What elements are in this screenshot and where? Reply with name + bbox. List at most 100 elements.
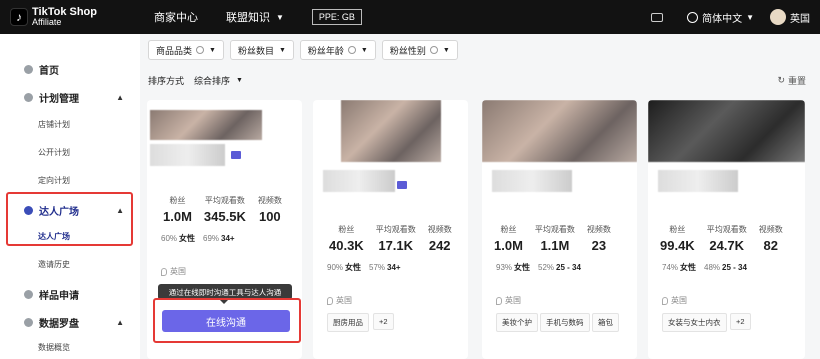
sidebar-item-label: 数据罗盘 xyxy=(39,319,79,330)
chevron-down-icon: ▼ xyxy=(442,46,450,54)
sidebar-item-label: 首页 xyxy=(39,66,59,77)
creator-location: 英国 xyxy=(161,266,186,277)
creator-name-blurred xyxy=(150,144,225,166)
stat-avg-views: 平均观看数 17.1K xyxy=(376,224,416,253)
sidebar-item-public-plan[interactable]: 公开计划 xyxy=(0,147,140,158)
sidebar-item-targeted-plan[interactable]: 定向计划 xyxy=(0,175,140,186)
gender-value: 女性 xyxy=(179,234,196,243)
refresh-icon: ↻ xyxy=(777,75,785,85)
creator-card[interactable]: 粉丝 99.4K 平均观看数 24.7K 视频数 82 74% 女性 48% 25 - 3… xyxy=(648,100,805,359)
stat-label: 粉丝 xyxy=(338,225,355,234)
language-label: 简体中文 xyxy=(702,13,743,25)
stat-value: 99.4K xyxy=(660,238,695,253)
stat-videos: 视频数 23 xyxy=(587,224,611,253)
tiktok-shop-logo[interactable]: ♪ TikTok Shop Affiliate xyxy=(10,7,130,27)
stat-label: 粉丝 xyxy=(669,225,686,234)
stat-followers: 粉丝 40.3K xyxy=(329,224,364,253)
sort-row: 排序方式 综合排序 ▼ xyxy=(148,74,243,87)
nav-merchant-label: 商家中心 xyxy=(154,12,198,24)
category-tag: 箱包 xyxy=(592,313,619,332)
chevron-down-icon: ▼ xyxy=(360,46,368,54)
stat-value: 1.0M xyxy=(163,209,192,224)
sidebar-item-shop-plan[interactable]: 店铺计划 xyxy=(0,119,140,130)
stat-label: 视频数 xyxy=(758,225,783,234)
stat-label: 视频数 xyxy=(427,225,452,234)
stat-videos: 视频数 82 xyxy=(759,224,783,253)
top-nav-bar: ♪ TikTok Shop Affiliate 商家中心 联盟知识 ▼ PPE: … xyxy=(0,0,820,34)
filter-gender[interactable]: 粉丝性别 ▼ xyxy=(381,40,458,60)
creator-name-blurred xyxy=(658,170,738,192)
creator-card[interactable]: 粉丝 40.3K 平均观看数 17.1K 视频数 242 90% 女性 57% 34+ 英… xyxy=(313,100,468,359)
stat-value: 242 xyxy=(428,238,451,253)
category-tag: 美妆个护 xyxy=(496,313,538,332)
stat-videos: 视频数 242 xyxy=(428,224,452,253)
location-pin-icon xyxy=(662,296,668,305)
stat-label: 粉丝 xyxy=(500,225,517,234)
help-icon xyxy=(196,46,205,54)
filter-age[interactable]: 粉丝年龄 ▼ xyxy=(299,40,376,60)
stat-label: 视频数 xyxy=(586,225,611,234)
stat-avg-views: 平均观看数 24.7K xyxy=(707,224,747,253)
sidebar-item-label: 邀请历史 xyxy=(38,260,70,269)
sidebar-item-home[interactable]: 首页 xyxy=(0,62,140,77)
sidebar-item-invite-history[interactable]: 邀请历史 xyxy=(0,259,140,270)
language-selector[interactable]: 简体中文 ▼ xyxy=(687,10,754,25)
chevron-down-icon: ▼ xyxy=(209,46,216,54)
location-label: 英国 xyxy=(336,296,352,305)
creator-avatar-blurred xyxy=(482,100,637,162)
filter-category[interactable]: 商品品类 ▼ xyxy=(148,40,224,60)
sidebar-item-label: 计划管理 xyxy=(39,94,79,105)
creator-card[interactable]: 粉丝 1.0M 平均观看数 1.1M 视频数 23 93% 女性 52% 25 - 34 … xyxy=(482,100,637,359)
audience-demographics: 90% 女性 57% 34+ xyxy=(327,262,409,273)
age-value: 34+ xyxy=(387,263,401,272)
sidebar-item-label: 样品申请 xyxy=(39,291,79,302)
gender-percent: 93% xyxy=(496,263,513,272)
filter-label: 商品品类 xyxy=(156,45,193,56)
account-menu[interactable]: 英国 xyxy=(770,9,810,25)
age-percent: 57% xyxy=(369,263,386,272)
filter-bar: 商品品类 ▼ 粉丝数目 ▼ 粉丝年龄 ▼ 粉丝性别 ▼ xyxy=(148,40,464,60)
sidebar-item-data-compass[interactable]: 数据罗盘 ▲ xyxy=(0,315,140,330)
message-icon[interactable] xyxy=(651,12,664,22)
stat-label: 平均观看数 xyxy=(706,225,747,234)
highlight-box-cta xyxy=(153,298,301,343)
stat-label: 粉丝 xyxy=(169,196,186,205)
nav-affiliate-knowledge[interactable]: 联盟知识 ▼ xyxy=(226,9,284,25)
creator-location: 英国 xyxy=(662,295,687,306)
sidebar-item-label: 店铺计划 xyxy=(38,120,70,129)
chevron-down-icon: ▼ xyxy=(276,12,284,22)
sidebar-item-plan-management[interactable]: 计划管理 ▲ xyxy=(0,90,140,105)
sort-selector[interactable]: 综合排序 ▼ xyxy=(194,74,243,87)
nav-merchant-center[interactable]: 商家中心 xyxy=(154,9,198,25)
filter-followers[interactable]: 粉丝数目 ▼ xyxy=(229,40,294,60)
stat-value: 17.1K xyxy=(378,238,414,253)
category-tag-more[interactable]: +2 xyxy=(730,313,751,330)
nav-knowledge-label: 联盟知识 xyxy=(226,12,270,24)
filter-label: 粉丝数目 xyxy=(237,45,274,56)
verified-badge-icon xyxy=(397,181,407,189)
creator-location: 英国 xyxy=(327,295,352,306)
category-tag: 女装与女士内衣 xyxy=(662,313,727,332)
age-percent: 69% xyxy=(203,234,220,243)
location-label: 英国 xyxy=(505,296,521,305)
stat-avg-views: 平均观看数 1.1M xyxy=(535,224,575,253)
sidebar-item-label: 公开计划 xyxy=(38,148,70,157)
age-percent: 48% xyxy=(704,263,721,272)
gender-percent: 74% xyxy=(662,263,679,272)
stat-avg-views: 平均观看数 345.5K xyxy=(204,195,246,224)
category-tag-more[interactable]: +2 xyxy=(373,313,394,330)
reset-button[interactable]: ↻ 重置 xyxy=(777,74,806,87)
location-pin-icon xyxy=(327,296,333,305)
age-value: 25 - 34 xyxy=(556,263,581,272)
category-tag: 厨房用品 xyxy=(327,313,369,332)
sidebar-item-data-overview[interactable]: 数据概览 xyxy=(0,342,140,353)
location-label: 英国 xyxy=(170,267,186,276)
sidebar-item-sample-request[interactable]: 样品申请 xyxy=(0,287,140,302)
creator-avatar-blurred xyxy=(341,100,441,162)
reset-label: 重置 xyxy=(787,76,806,86)
gender-percent: 60% xyxy=(161,234,178,243)
chevron-down-icon: ▼ xyxy=(236,77,243,84)
creator-location: 英国 xyxy=(496,295,521,306)
stat-value: 40.3K xyxy=(329,238,364,253)
help-icon xyxy=(429,46,438,54)
